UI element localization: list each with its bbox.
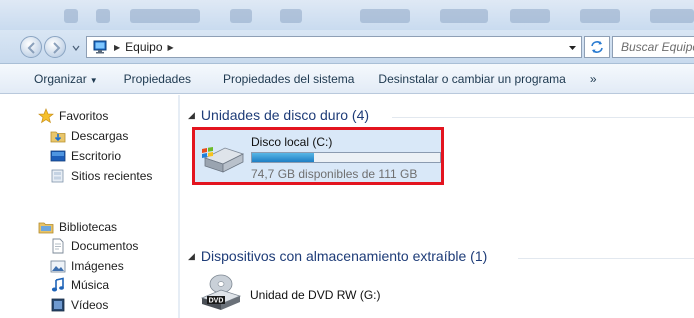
nav-item-escritorio[interactable]: Escritorio (50, 148, 121, 164)
videos-icon (51, 298, 65, 312)
blurred-toolbar-icons (130, 9, 200, 23)
blurred-tab (580, 9, 620, 23)
blurred-tab (440, 9, 488, 23)
recent-pages-chevron-icon[interactable] (72, 44, 80, 52)
local-disk-free-space: 74,7 GB disponibles de 111 GB (251, 167, 418, 181)
removable-header-label: Dispositivos con almacenamiento extraíbl… (200, 248, 488, 264)
recent-places-icon (51, 169, 64, 183)
nav-favorites[interactable]: Favoritos (38, 108, 108, 124)
blurred-tab (650, 9, 694, 23)
nav-item-documentos[interactable]: Documentos (50, 238, 138, 254)
libraries-icon (38, 222, 54, 234)
system-properties-button[interactable]: Propiedades del sistema (223, 72, 354, 86)
blurred-toolbar-icon (230, 9, 252, 23)
local-disk-c-tile[interactable]: Disco local (C:) 74,7 GB disponibles de … (192, 127, 444, 185)
collapse-triangle-icon: ◢ (188, 250, 195, 261)
star-icon (38, 108, 54, 124)
window-title-strip (0, 0, 694, 30)
blurred-tab (360, 9, 410, 23)
nav-item-label: Documentos (71, 239, 139, 253)
local-disk-name: Disco local (C:) (251, 135, 333, 149)
nav-item-descargas[interactable]: Descargas (50, 128, 128, 144)
uninstall-program-button[interactable]: Desinstalar o cambiar un programa (378, 72, 565, 86)
computer-icon (93, 40, 107, 54)
documents-icon (52, 238, 64, 254)
desktop-icon (50, 150, 66, 162)
nav-libraries-label: Bibliotecas (59, 220, 118, 234)
refresh-icon (591, 41, 603, 53)
blurred-tab (510, 9, 550, 23)
back-arrow-icon (27, 42, 35, 54)
address-dropdown-icon[interactable] (568, 43, 577, 52)
more-commands-button[interactable]: » (590, 72, 597, 86)
blurred-toolbar-icon (64, 9, 78, 23)
collapse-triangle-icon: ◢ (188, 109, 195, 120)
nav-item-label: Descargas (71, 129, 129, 143)
music-icon (51, 277, 64, 292)
nav-item-sitios-recientes[interactable]: Sitios recientes (50, 168, 152, 184)
disk-usage-fill (252, 153, 315, 162)
group-divider (518, 258, 694, 259)
hard-drives-header-label: Unidades de disco duro (4) (200, 107, 370, 123)
command-bar: Organizar ▼ Propiedades Propiedades del s… (0, 64, 694, 94)
dvd-drive-icon[interactable]: DVD (198, 272, 244, 312)
breadcrumb-separator-icon[interactable]: ▶ (168, 43, 174, 52)
nav-favorites-label: Favoritos (59, 109, 109, 123)
pictures-icon (50, 260, 66, 273)
refresh-button[interactable] (584, 36, 610, 58)
address-row: ▶ Equipo ▶ Buscar Equipo (0, 30, 694, 64)
hard-drives-group-header[interactable]: ◢ Unidades de disco duro (4) (188, 107, 369, 123)
nav-item-musica[interactable]: Música (50, 277, 109, 293)
breadcrumb-separator-icon[interactable]: ▶ (114, 43, 120, 52)
breadcrumb-equipo[interactable]: Equipo (125, 40, 162, 54)
nav-libraries[interactable]: Bibliotecas (38, 219, 117, 235)
nav-item-label: Escritorio (71, 149, 122, 163)
removable-group-header[interactable]: ◢ Dispositivos con almacenamiento extraí… (188, 248, 487, 264)
back-button[interactable] (20, 36, 42, 58)
group-divider (392, 117, 694, 118)
blurred-toolbar-icon (280, 9, 302, 23)
disk-usage-bar (251, 152, 441, 163)
dvd-logo-text: DVD (209, 298, 224, 305)
nav-item-label: Vídeos (71, 298, 109, 312)
address-bar[interactable]: ▶ Equipo ▶ (86, 36, 582, 58)
downloads-folder-icon (50, 131, 66, 143)
search-input[interactable]: Buscar Equipo (612, 36, 694, 58)
nav-item-label: Imágenes (71, 259, 124, 273)
properties-button[interactable]: Propiedades (124, 72, 191, 86)
chevron-down-icon: ▼ (89, 75, 98, 85)
forward-button[interactable] (44, 36, 66, 58)
forward-arrow-icon (53, 42, 61, 54)
organize-label: Organizar (34, 71, 87, 86)
nav-item-label: Música (71, 278, 110, 292)
hard-drive-windows-icon (202, 147, 245, 173)
organize-button[interactable]: Organizar ▼ (34, 72, 98, 86)
nav-item-label: Sitios recientes (71, 169, 153, 183)
dvd-drive-name[interactable]: Unidad de DVD RW (G:) (250, 288, 380, 302)
nav-item-videos[interactable]: Vídeos (50, 297, 108, 313)
nav-item-imagenes[interactable]: Imágenes (50, 258, 124, 274)
blurred-toolbar-icon (96, 9, 110, 23)
